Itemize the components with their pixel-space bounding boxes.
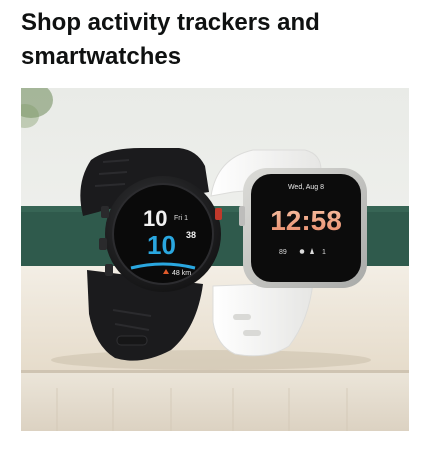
garmin-distance: 48 km (172, 270, 191, 277)
versa-stat-right: 1 (322, 249, 326, 256)
versa-stat-left: 89 (279, 249, 287, 256)
hero-image: Wed, Aug 8 12:58 89 1 10 Fri 1 10 38 48 … (21, 88, 409, 431)
heart-icon (299, 249, 305, 254)
versa-date: Wed, Aug 8 (288, 184, 324, 191)
garmin-minute: 10 (147, 230, 176, 260)
garmin-hour: 10 (143, 206, 167, 231)
versa-time: 12:58 (270, 205, 342, 236)
hero-image-link[interactable]: Wed, Aug 8 12:58 89 1 10 Fri 1 10 38 48 … (21, 88, 409, 431)
garmin-day: Fri 1 (174, 215, 188, 222)
product-card: Shop activity trackers and smartwatches (0, 0, 431, 456)
card-title[interactable]: Shop activity trackers and smartwatches (21, 6, 416, 74)
garmin-seconds: 38 (186, 230, 196, 240)
